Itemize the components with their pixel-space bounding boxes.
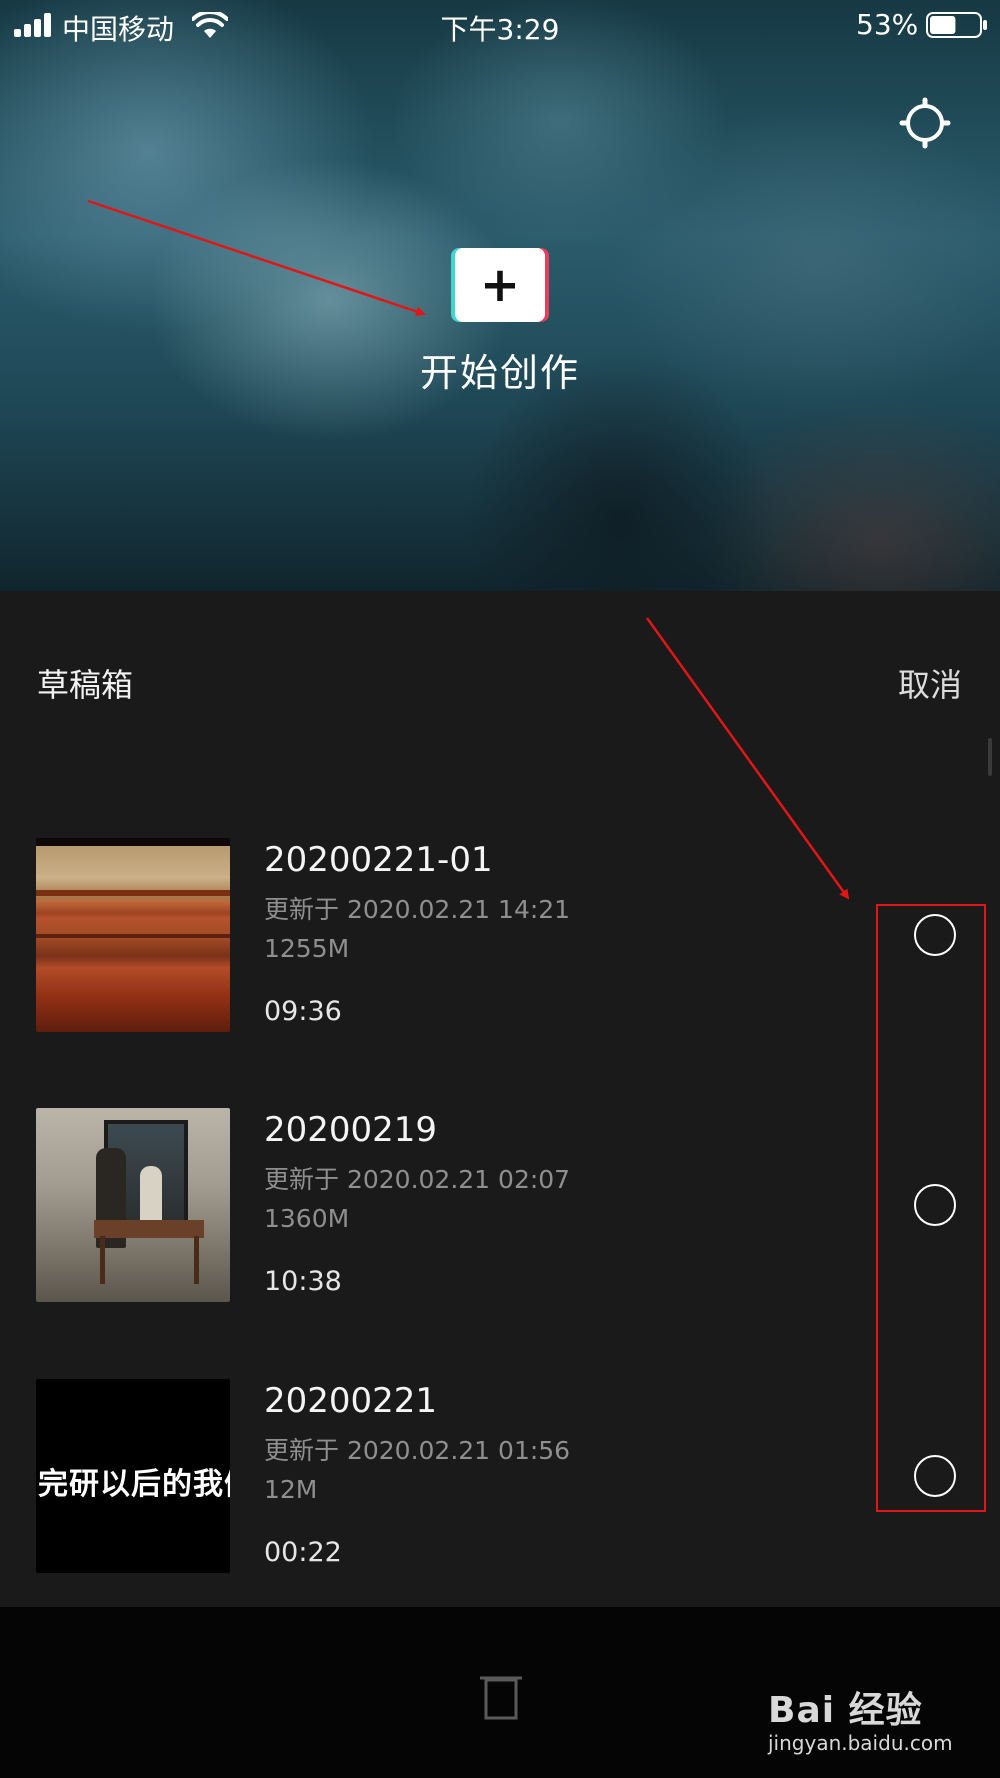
draft-thumbnail — [36, 838, 230, 1032]
watermark-brand: Bai 经验 — [768, 1690, 923, 1731]
draft-name: 20200219 — [264, 1110, 438, 1150]
draft-item[interactable]: 20200221-01 更新于 2020.02.21 14:21 1255M 0… — [0, 838, 1000, 1033]
trash-icon[interactable] — [478, 1672, 524, 1720]
watermark-site: jingyan.baidu.com — [768, 1731, 953, 1755]
draft-thumbnail: 完研以后的我们 — [36, 1379, 230, 1573]
draft-updated-time: 更新于 2020.02.21 14:21 — [264, 895, 571, 924]
settings-gear-icon[interactable] — [898, 96, 952, 150]
battery-percent: 53% — [856, 8, 919, 41]
draft-duration: 09:36 — [264, 996, 342, 1027]
start-create-button[interactable]: + — [455, 248, 545, 322]
draft-duration: 00:22 — [264, 1537, 342, 1568]
draft-name: 20200221 — [264, 1381, 438, 1421]
battery-icon — [926, 12, 987, 38]
cancel-button[interactable]: 取消 — [898, 660, 962, 706]
drafts-title: 草稿箱 — [37, 666, 134, 704]
drafts-header: 草稿箱 取消 — [0, 650, 1000, 710]
draft-file-size: 1255M — [264, 934, 350, 963]
annotation-highlight-box — [876, 904, 986, 1512]
thumbnail-caption: 完研以后的我们 — [38, 1467, 230, 1502]
baidu-watermark: Bai 经验 jingyan.baidu.com — [762, 1667, 962, 1767]
draft-name: 20200221-01 — [264, 840, 493, 880]
start-create-label[interactable]: 开始创作 — [0, 342, 1000, 397]
draft-duration: 10:38 — [264, 1266, 342, 1297]
status-bar: 中国移动 下午3:29 53% — [0, 0, 1000, 50]
draft-file-size: 12M — [264, 1475, 318, 1504]
draft-item[interactable]: 20200219 更新于 2020.02.21 02:07 1360M 10:3… — [0, 1108, 1000, 1303]
draft-updated-time: 更新于 2020.02.21 02:07 — [264, 1165, 571, 1194]
draft-updated-time: 更新于 2020.02.21 01:56 — [264, 1436, 571, 1465]
bottom-action-bar: Bai 经验 jingyan.baidu.com — [0, 1607, 1000, 1778]
hero-banner: 中国移动 下午3:29 53% + 开始创作 — [0, 0, 1000, 591]
scrollbar[interactable] — [988, 738, 992, 776]
draft-thumbnail — [36, 1108, 230, 1302]
draft-file-size: 1360M — [264, 1204, 350, 1233]
draft-item[interactable]: 完研以后的我们 20200221 更新于 2020.02.21 01:56 12… — [0, 1379, 1000, 1574]
plus-icon: + — [479, 257, 521, 313]
status-time: 下午3:29 — [440, 13, 560, 46]
